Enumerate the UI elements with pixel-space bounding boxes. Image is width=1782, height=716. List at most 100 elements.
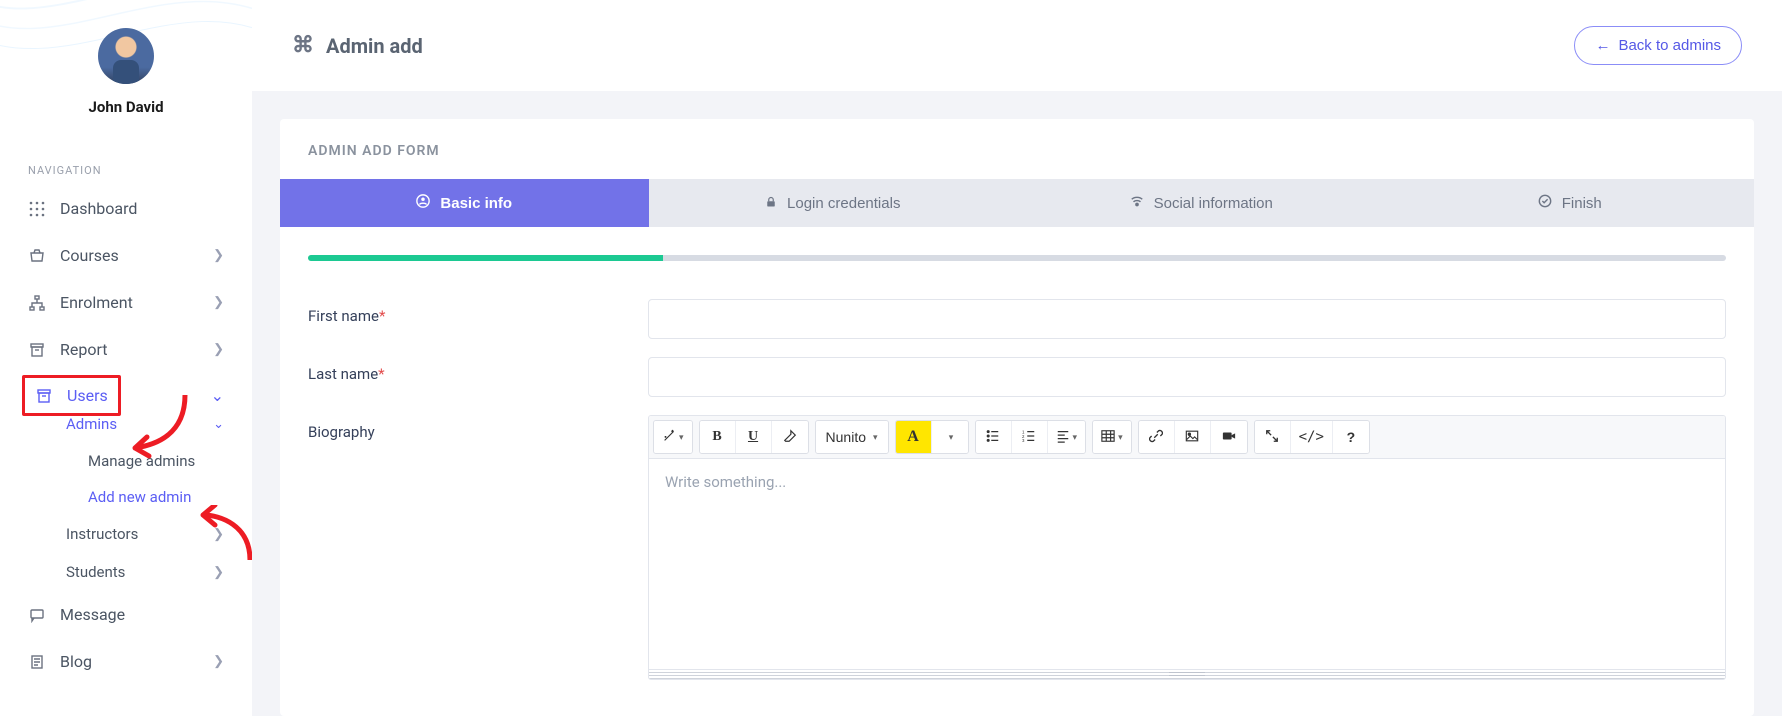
tab-label: Basic info [440, 195, 512, 212]
nav: Dashboard Courses ❯ Enrolment ❯ [0, 185, 252, 716]
last-name-input[interactable] [648, 357, 1726, 397]
required-mark: * [379, 307, 385, 325]
sidebar-item-label: Report [60, 340, 199, 359]
first-name-input[interactable] [648, 299, 1726, 339]
rich-text-editor: ▾ B U [648, 415, 1726, 680]
editor-link-button[interactable] [1139, 421, 1175, 453]
editor-ul-button[interactable] [976, 421, 1012, 453]
lock-icon [765, 195, 777, 212]
editor-eraser-button[interactable] [772, 421, 808, 453]
archive-icon [28, 341, 46, 359]
editor-fullscreen-button[interactable] [1255, 421, 1291, 453]
sidebar-item-label: Users [67, 386, 108, 405]
page-title: Admin add [326, 34, 423, 58]
link-icon [1149, 429, 1163, 446]
label-text: Last name [308, 365, 378, 383]
card-title: ADMIN ADD FORM [280, 119, 1754, 179]
editor-text-color-button[interactable]: A [896, 421, 932, 453]
tab-label: Login credentials [787, 195, 900, 212]
tab-label: Social information [1154, 195, 1273, 212]
sidebar-item-blog[interactable]: Blog ❯ [0, 638, 252, 685]
sidebar-item-courses[interactable]: Courses ❯ [0, 232, 252, 279]
align-icon [1056, 429, 1070, 446]
editor-codeview-button[interactable]: </> [1291, 421, 1333, 453]
editor-text-color-more[interactable]: ▾ [932, 421, 968, 453]
form-tabs: Basic info Login credentials Social info… [280, 179, 1754, 227]
list-ol-icon: 123 [1022, 429, 1036, 446]
sidebar-item-label: Add new admin [88, 488, 224, 506]
back-to-admins-button[interactable]: ← Back to admins [1574, 26, 1742, 65]
editor-bold-button[interactable]: B [700, 421, 736, 453]
editor-toolbar: ▾ B U [649, 416, 1725, 459]
sidebar-item-report[interactable]: Report ❯ [0, 326, 252, 373]
editor-underline-button[interactable]: U [736, 421, 772, 453]
editor-textarea[interactable]: Write something... [649, 459, 1725, 669]
required-mark: * [378, 365, 384, 383]
tab-finish[interactable]: Finish [1386, 179, 1755, 227]
editor-table-button[interactable]: ▾ [1093, 421, 1131, 453]
user-name: John David [0, 98, 252, 116]
arrow-left-icon: ← [1595, 37, 1610, 54]
editor-paragraph-button[interactable]: ▾ [1048, 421, 1086, 453]
form-card: ADMIN ADD FORM Basic info Login credenti… [280, 119, 1754, 716]
sidebar-item-label: Students [66, 563, 199, 581]
chat-icon [28, 606, 46, 624]
editor-help-button[interactable]: ? [1333, 421, 1369, 453]
sidebar-item-label: Blog [60, 652, 199, 671]
sidebar-item-label: Dashboard [60, 199, 224, 218]
image-icon [1185, 429, 1199, 446]
chevron-down-icon: ⌄ [213, 417, 224, 432]
sidebar-item-label: Manage admins [88, 452, 224, 470]
nav-section-title: NAVIGATION [0, 134, 252, 185]
biography-label: Biography [308, 415, 608, 441]
sidebar-item-label: Message [60, 605, 224, 624]
annotation-highlight-users: Users [22, 375, 121, 416]
sidebar-item-manage-admins[interactable]: Manage admins [60, 443, 252, 479]
editor-font-select[interactable]: Nunito▾ [816, 421, 888, 453]
page-title-row: ⌘ Admin add [292, 33, 423, 58]
sidebar-item-message[interactable]: Message [0, 591, 252, 638]
chevron-down-icon: ⌄ [211, 386, 224, 405]
user-circle-icon [416, 194, 430, 212]
chevron-right-icon: ❯ [213, 342, 224, 357]
editor-image-button[interactable] [1175, 421, 1211, 453]
sidebar-item-label: Admins [66, 415, 199, 433]
editor-resize-handle[interactable] [649, 669, 1725, 679]
sidebar-item-dashboard[interactable]: Dashboard [0, 185, 252, 232]
wifi-icon [1130, 194, 1144, 212]
topbar: ⌘ Admin add ← Back to admins [252, 0, 1782, 91]
basket-icon [28, 247, 46, 265]
tab-login-credentials[interactable]: Login credentials [649, 179, 1018, 227]
main: ⌘ Admin add ← Back to admins ADMIN ADD F… [252, 0, 1782, 716]
editor-ol-button[interactable]: 123 [1012, 421, 1048, 453]
tab-social-information[interactable]: Social information [1017, 179, 1386, 227]
document-icon [28, 653, 46, 671]
list-ul-icon [986, 429, 1000, 446]
editor-video-button[interactable] [1211, 421, 1247, 453]
editor-magic-button[interactable]: ▾ [654, 421, 692, 453]
chevron-right-icon: ❯ [213, 248, 224, 263]
back-button-label: Back to admins [1618, 37, 1721, 54]
last-name-label: Last name* [308, 357, 608, 383]
sidebar-item-enrolment[interactable]: Enrolment ❯ [0, 279, 252, 326]
sidebar-item-users[interactable]: Users [25, 378, 118, 413]
form: First name* Last name* Biography [280, 261, 1754, 716]
sidebar-item-label: Instructors [66, 525, 199, 543]
sidebar-item-students[interactable]: Students ❯ [38, 553, 252, 591]
sidebar-item-add-new-admin[interactable]: Add new admin [60, 479, 252, 515]
sitemap-icon [28, 294, 46, 312]
avatar[interactable] [98, 28, 154, 84]
first-name-label: First name* [308, 299, 608, 325]
check-circle-icon [1538, 194, 1552, 212]
label-text: First name [308, 307, 379, 325]
chevron-right-icon: ❯ [213, 527, 224, 542]
sidebar-item-label: Courses [60, 246, 199, 265]
tab-basic-info[interactable]: Basic info [280, 179, 649, 227]
expand-icon [1265, 429, 1279, 446]
sidebar-item-instructors[interactable]: Instructors ❯ [38, 515, 252, 553]
tab-label: Finish [1562, 195, 1602, 212]
chevron-right-icon: ❯ [213, 654, 224, 669]
sidebar: John David NAVIGATION Dashboard Courses … [0, 0, 252, 716]
magic-wand-icon [662, 429, 676, 446]
archive-icon [35, 387, 53, 405]
